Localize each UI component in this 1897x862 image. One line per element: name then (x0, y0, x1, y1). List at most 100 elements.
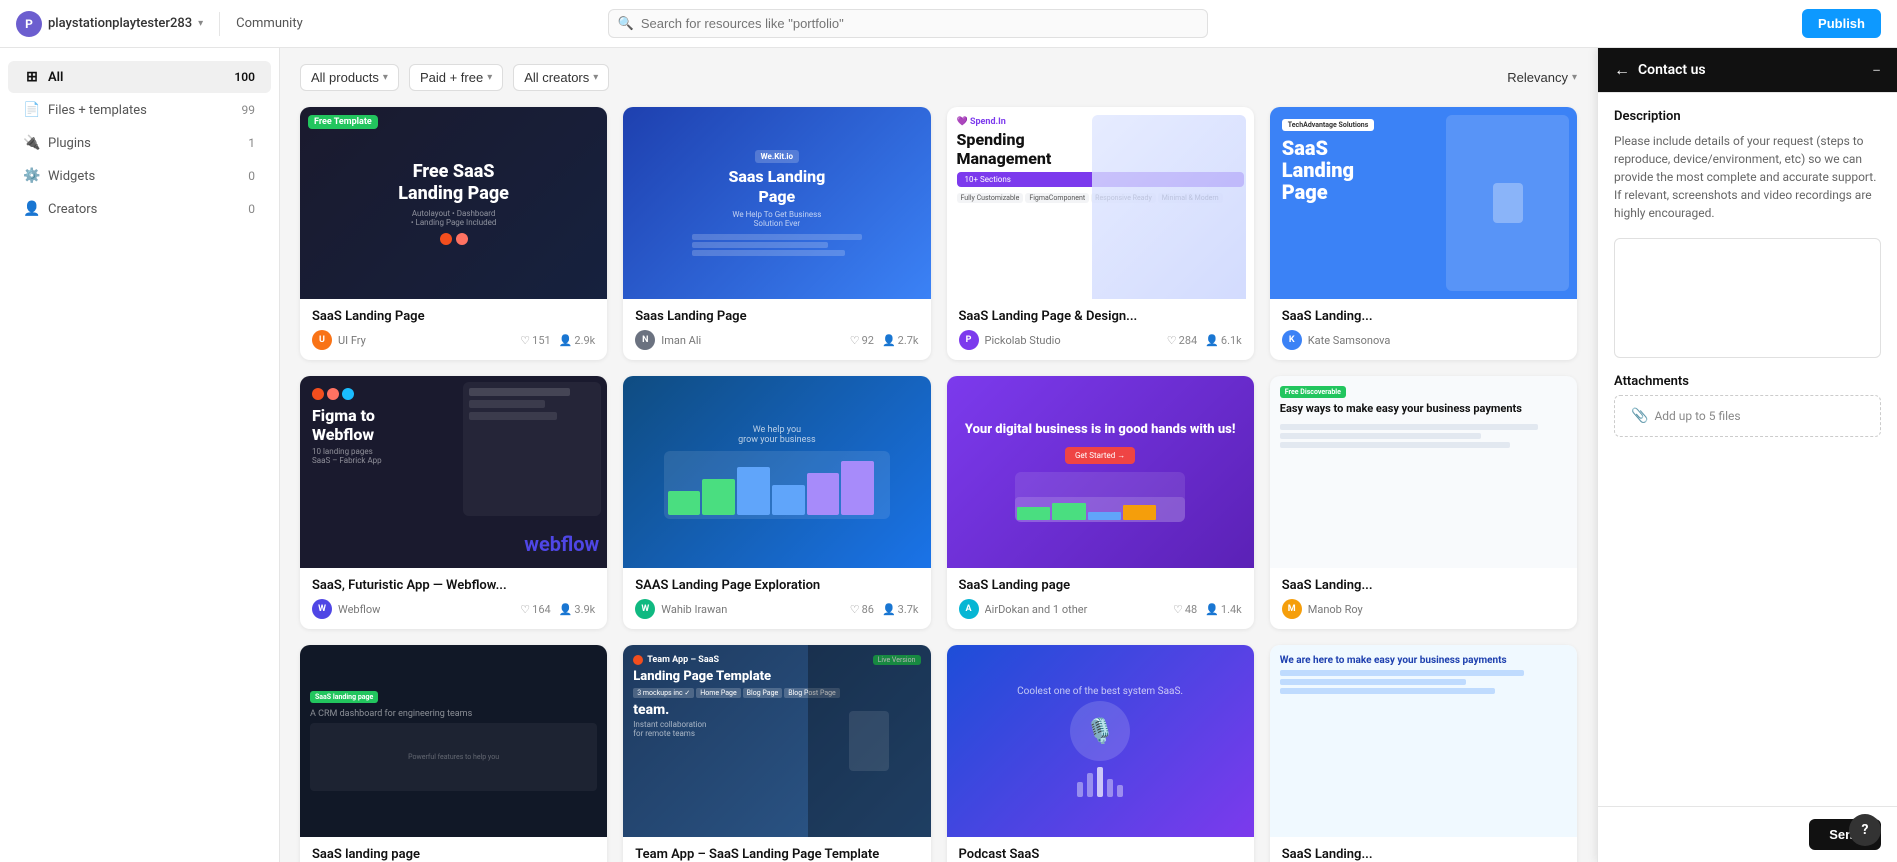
card-5-footer: W Webflow ♡ 164 👤 3.9k (312, 599, 595, 619)
card-8-thumb: Free Discoverable Easy ways to make easy… (1270, 376, 1577, 568)
paid-chevron-icon: ▾ (487, 72, 492, 83)
card-1[interactable]: Free Template Free SaaSLanding Page Auto… (300, 107, 607, 360)
help-fab[interactable]: ? (1849, 814, 1881, 846)
card-2-stats: ♡ 92 👤 2.7k (850, 334, 919, 347)
card-3-author: Pickolab Studio (985, 334, 1161, 347)
card-2-title: Saas Landing Page (635, 309, 918, 324)
products-filter-button[interactable]: All products ▾ (300, 64, 399, 91)
main-layout: ⊞ All 100 📄 Files + templates 99 🔌 Plugi… (0, 48, 1897, 862)
card-10-thumb: Team App – SaaS Live Version Landing Pag… (623, 645, 930, 837)
sidebar-plugins-label: Plugins (48, 136, 240, 151)
card-1-likes: ♡ 151 (520, 334, 550, 347)
card-1-body: SaaS Landing Page U UI Fry ♡ 151 👤 2.9k (300, 299, 607, 360)
sort-label: Relevancy (1507, 70, 1568, 85)
card-12[interactable]: We are here to make easy your business p… (1270, 645, 1577, 862)
contact-body: Description Please include details of yo… (1598, 93, 1897, 806)
card-2-inner-title: Saas LandingPage (728, 167, 825, 205)
sort-button[interactable]: Relevancy ▾ (1507, 70, 1577, 85)
card-5-likes: ♡ 164 (520, 603, 550, 616)
help-icon: ? (1862, 822, 1869, 838)
sidebar-item-creators[interactable]: 👤 Creators 0 (8, 193, 271, 225)
card-4-badge: TechAdvantage Solutions (1282, 119, 1375, 131)
card-12-sub: We are here to make easy your business p… (1280, 655, 1567, 666)
file-icon: 📄 (24, 102, 40, 118)
card-11-body: Podcast SaaS C Creator (947, 837, 1254, 862)
card-7-btn: Get Started → (1065, 447, 1135, 464)
card-4[interactable]: TechAdvantage Solutions SaaSLandingPage … (1270, 107, 1577, 360)
card-3-title: SaaS Landing Page & Design... (959, 309, 1242, 324)
paperclip-icon: 📎 (1631, 408, 1648, 424)
card-1-footer: U UI Fry ♡ 151 👤 2.9k (312, 330, 595, 350)
sidebar-item-widgets[interactable]: ⚙️ Widgets 0 (8, 160, 271, 192)
nav-divider (219, 12, 220, 36)
card-7-stats: ♡ 48 👤 1.4k (1173, 603, 1242, 616)
free-tag: Free Template (308, 115, 378, 129)
search-bar: 🔍 (608, 9, 1208, 38)
sidebar-all-count: 100 (234, 70, 255, 84)
attach-area[interactable]: 📎 Add up to 5 files (1614, 395, 1881, 437)
card-3[interactable]: 💜 Spend.In SpendingManagement 10+ Sectio… (947, 107, 1254, 360)
card-5[interactable]: Figma toWebflow 10 landing pagesSaaS – F… (300, 376, 607, 629)
card-6-author: Wahib Irawan (661, 603, 843, 616)
user-menu[interactable]: P playstationplaytester283 ▾ (16, 11, 203, 37)
card-7-title: SaaS Landing page (959, 578, 1242, 593)
card-8[interactable]: Free Discoverable Easy ways to make easy… (1270, 376, 1577, 629)
card-10[interactable]: Team App – SaaS Live Version Landing Pag… (623, 645, 930, 862)
description-textarea[interactable] (1614, 238, 1881, 358)
card-2-views: 👤 2.7k (882, 334, 919, 347)
sidebar-files-count: 99 (242, 103, 256, 117)
card-4-author: Kate Samsonova (1308, 334, 1559, 347)
card-7-author: AirDokan and 1 other (985, 603, 1167, 616)
card-9-preview: Powerful features to help you (408, 753, 499, 761)
back-button[interactable]: ← (1614, 60, 1630, 80)
card-6[interactable]: We help yougrow your business SAAS Landi… (623, 376, 930, 629)
card-7-footer: A AirDokan and 1 other ♡ 48 👤 1.4k (959, 599, 1242, 619)
sidebar-widgets-count: 0 (248, 169, 255, 183)
card-1-author: UI Fry (338, 334, 514, 347)
card-3-avatar: P (959, 330, 979, 350)
username-label: playstationplaytester283 (48, 16, 192, 31)
description-label: Description (1614, 109, 1881, 124)
card-12-thumb: We are here to make easy your business p… (1270, 645, 1577, 837)
grid-icon: ⊞ (24, 69, 40, 85)
card-4-body: SaaS Landing... K Kate Samsonova (1270, 299, 1577, 360)
card-8-footer: M Manob Roy (1282, 599, 1565, 619)
card-1-stats: ♡ 151 👤 2.9k (520, 334, 595, 347)
sidebar-item-files[interactable]: 📄 Files + templates 99 (8, 94, 271, 126)
card-1-views: 👤 2.9k (559, 334, 596, 347)
card-2[interactable]: We.Kit.io Saas LandingPage We Help To Ge… (623, 107, 930, 360)
creators-chevron-icon: ▾ (593, 72, 598, 83)
card-1-inner-sub: Autolayout • Dashboard• Landing Page Inc… (411, 209, 497, 227)
card-6-title: SAAS Landing Page Exploration (635, 578, 918, 593)
card-2-author: Iman Ali (661, 334, 843, 347)
card-6-avatar: W (635, 599, 655, 619)
card-6-sub: We help yougrow your business (738, 425, 816, 445)
sidebar-files-label: Files + templates (48, 103, 234, 118)
close-button[interactable]: − (1872, 61, 1881, 80)
search-input[interactable] (608, 9, 1208, 38)
card-6-body: SAAS Landing Page Exploration W Wahib Ir… (623, 568, 930, 629)
card-11-title: Podcast SaaS (959, 847, 1242, 862)
attachments-label: Attachments (1614, 374, 1881, 389)
card-3-thumb: 💜 Spend.In SpendingManagement 10+ Sectio… (947, 107, 1254, 299)
sidebar-item-all[interactable]: ⊞ All 100 (8, 61, 271, 93)
sidebar-item-plugins[interactable]: 🔌 Plugins 1 (8, 127, 271, 159)
publish-button[interactable]: Publish (1802, 9, 1881, 38)
card-7-avatar: A (959, 599, 979, 619)
card-11-sub: Coolest one of the best system SaaS. (1017, 686, 1183, 697)
card-2-avatar: N (635, 330, 655, 350)
card-9-sub: A CRM dashboard for engineering teams (310, 709, 472, 719)
card-grid: Free Template Free SaaSLanding Page Auto… (300, 107, 1577, 862)
card-8-title: SaaS Landing... (1282, 578, 1565, 593)
card-9[interactable]: SaaS landing page A CRM dashboard for en… (300, 645, 607, 862)
card-3-footer: P Pickolab Studio ♡ 284 👤 6.1k (959, 330, 1242, 350)
card-1-title: SaaS Landing Page (312, 309, 595, 324)
widget-icon: ⚙️ (24, 168, 40, 184)
card-7[interactable]: Your digital business is in good hands w… (947, 376, 1254, 629)
paid-filter-button[interactable]: Paid + free ▾ (409, 64, 503, 91)
community-label: Community (236, 16, 303, 31)
card-7-views: 👤 1.4k (1205, 603, 1242, 616)
card-2-likes: ♡ 92 (850, 334, 874, 347)
card-11[interactable]: Coolest one of the best system SaaS. 🎙️ (947, 645, 1254, 862)
creators-filter-button[interactable]: All creators ▾ (513, 64, 609, 91)
